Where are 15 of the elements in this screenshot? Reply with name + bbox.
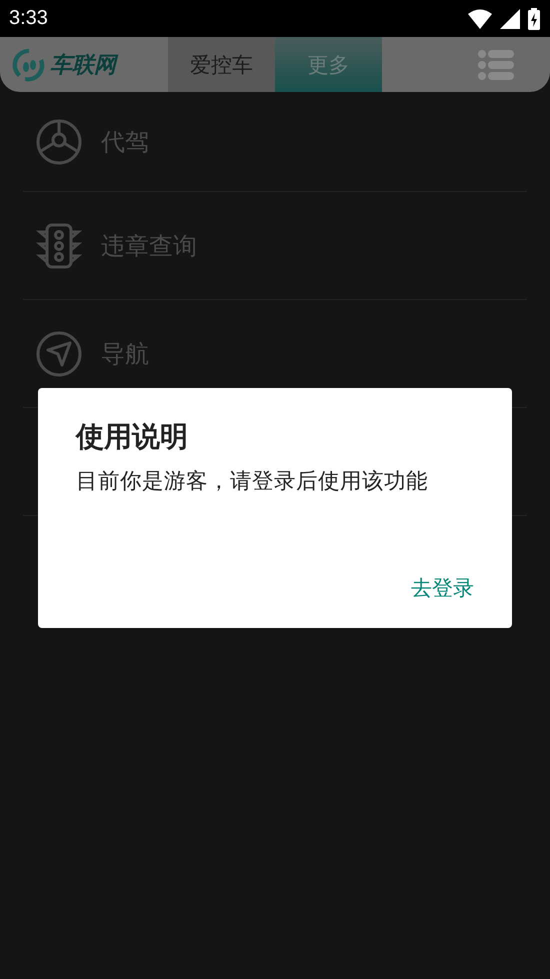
signal-icon [500,8,520,28]
status-time: 3:33 [9,7,48,30]
nav-tab[interactable]: 更多 [275,37,382,92]
dialog-title: 使用说明 [76,419,189,455]
dialog-message: 目前你是游客，请登录后使用该功能 [76,468,429,495]
nav-tab[interactable]: 爱控车 [168,37,275,92]
navigation-icon [35,330,83,378]
menu-icon[interactable] [478,50,514,80]
footprint-logo-icon [12,46,46,82]
battery-icon [528,8,540,30]
app-logo-text: 车联网 [50,50,116,80]
steering-wheel-icon [35,118,83,166]
traffic-light-icon [35,222,83,270]
wifi-icon [468,8,492,28]
login-button[interactable]: 去登录 [411,574,474,602]
